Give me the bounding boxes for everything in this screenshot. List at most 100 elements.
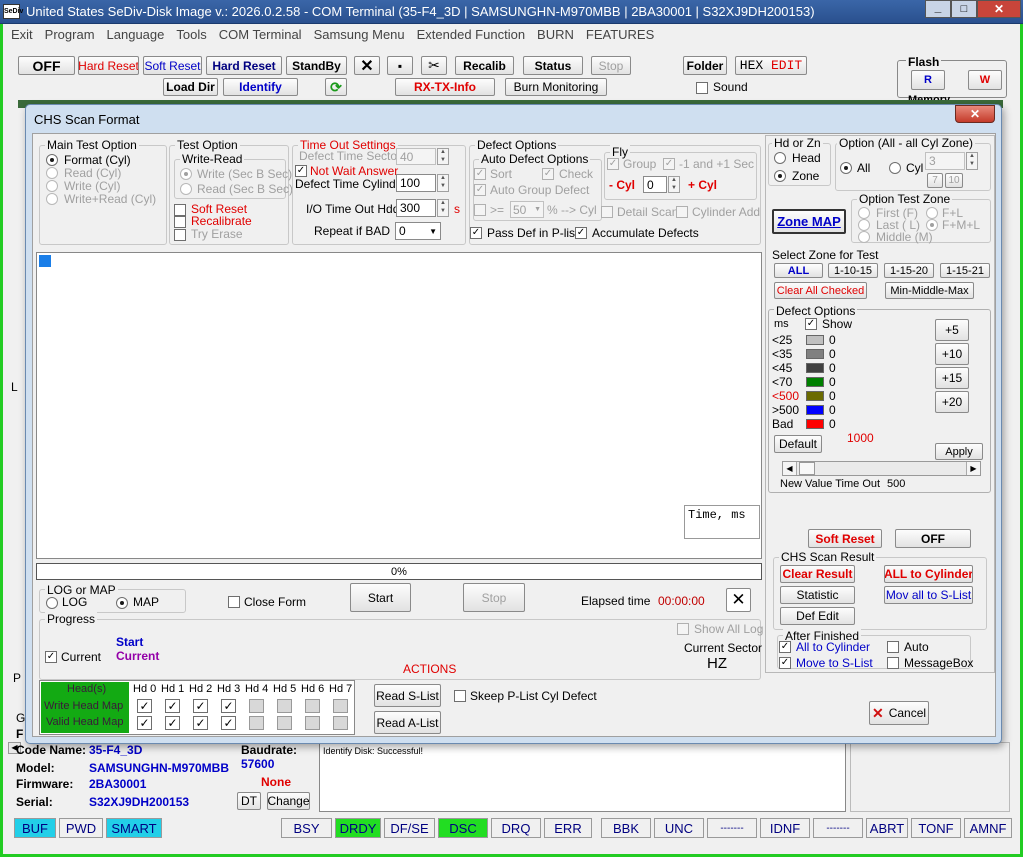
detail-scan-checkbox[interactable] — [601, 206, 613, 218]
radio-read-sec[interactable] — [180, 183, 192, 195]
defect-color-swatch[interactable] — [806, 419, 824, 429]
load-dir-button[interactable]: Load Dir — [163, 78, 218, 96]
menu-burn[interactable]: BURN — [533, 25, 582, 45]
write-head-checkbox[interactable]: ✓ — [193, 699, 208, 713]
pct-select[interactable]: 50 ▼ — [510, 201, 544, 218]
write-head-checkbox[interactable] — [277, 699, 292, 713]
after-msgbox-checkbox[interactable] — [887, 657, 899, 669]
read-alist-button[interactable]: Read A-List — [374, 711, 441, 734]
menu-program[interactable]: Program — [41, 25, 103, 45]
valid-head-checkbox[interactable] — [305, 716, 320, 730]
dialog-close-button[interactable]: ✕ — [955, 105, 995, 123]
default-button[interactable]: Default — [774, 435, 822, 453]
btn-7[interactable]: 7 — [927, 173, 943, 188]
fly-cyl-input[interactable]: 0 — [643, 176, 667, 193]
identify-button[interactable]: Identify — [223, 78, 298, 96]
soft-reset-dialog-button[interactable]: Soft Reset — [808, 529, 882, 548]
clear-all-checked-button[interactable]: Clear All Checked — [774, 282, 867, 299]
show-all-log-checkbox[interactable] — [677, 623, 689, 635]
menu-extended[interactable]: Extended Function — [413, 25, 533, 45]
slider-right-arrow-icon[interactable]: ▶ — [966, 462, 980, 475]
valid-head-checkbox[interactable] — [333, 716, 348, 730]
skeep-checkbox[interactable] — [454, 690, 466, 702]
try-erase-checkbox[interactable] — [174, 229, 186, 241]
ge-checkbox[interactable] — [474, 204, 486, 216]
defect-cyl-input[interactable]: 100 — [396, 174, 436, 192]
io-timeout-input[interactable]: 300 — [396, 199, 436, 217]
close-form-checkbox[interactable] — [228, 596, 240, 608]
menu-exit[interactable]: Exit — [3, 25, 41, 45]
repeat-select[interactable]: 0 ▼ — [395, 222, 441, 240]
flash-read-icon[interactable]: R — [911, 70, 945, 90]
cyl-count-input[interactable]: 3 — [925, 152, 965, 170]
defect-cyl-spin[interactable]: ▲ ▼ — [437, 174, 449, 192]
menu-samsung[interactable]: Samsung Menu — [310, 25, 413, 45]
radio-fl[interactable] — [926, 207, 938, 219]
radio-last[interactable] — [858, 219, 870, 231]
status-button[interactable]: Status — [523, 56, 583, 75]
menu-tools[interactable]: Tools — [172, 25, 214, 45]
rx-tx-info-button[interactable]: RX-TX-Info — [395, 78, 495, 96]
hard-reset-red-button[interactable]: Hard Reset — [78, 56, 139, 75]
slider-thumb[interactable] — [799, 462, 815, 475]
refresh-icon[interactable]: ⟳ — [325, 78, 347, 96]
hex-edit-button[interactable]: HEX EDIT — [735, 56, 807, 75]
radio-write-sec[interactable] — [180, 168, 192, 180]
min-middle-max-button[interactable]: Min-Middle-Max — [885, 282, 974, 299]
soft-reset-checkbox[interactable] — [174, 204, 186, 216]
read-slist-button[interactable]: Read S-List — [374, 684, 441, 707]
def-edit-button[interactable]: Def Edit — [780, 607, 855, 625]
defect-color-swatch[interactable] — [806, 335, 824, 345]
defect-color-swatch[interactable] — [806, 363, 824, 373]
zone-1-10-15-button[interactable]: 1-10-15 — [828, 263, 878, 278]
valid-head-checkbox[interactable]: ✓ — [165, 716, 180, 730]
menu-language[interactable]: Language — [103, 25, 173, 45]
stop-button[interactable]: Stop — [463, 583, 525, 612]
folder-button[interactable]: Folder — [683, 56, 727, 75]
accumulate-checkbox[interactable]: ✓ — [575, 227, 587, 239]
current-checkbox[interactable]: ✓ — [45, 651, 57, 663]
radio-read[interactable] — [46, 167, 58, 179]
burn-monitoring-button[interactable]: Burn Monitoring — [505, 78, 607, 96]
write-head-checkbox[interactable] — [333, 699, 348, 713]
start-button[interactable]: Start — [350, 583, 411, 612]
flash-write-icon[interactable]: W — [968, 70, 1002, 90]
menu-features[interactable]: FEATURES — [582, 25, 662, 45]
plus5-button[interactable]: +5 — [935, 319, 969, 341]
scan-map-area[interactable] — [36, 252, 762, 559]
after-all-cyl-checkbox[interactable]: ✓ — [779, 641, 791, 653]
defect-color-swatch[interactable] — [806, 377, 824, 387]
write-head-checkbox[interactable] — [249, 699, 264, 713]
valid-head-checkbox[interactable]: ✓ — [137, 716, 152, 730]
zone-map-button[interactable]: Zone MAP — [772, 209, 846, 234]
radio-write-read[interactable] — [46, 193, 58, 205]
sound-checkbox[interactable] — [696, 82, 708, 94]
all-to-cylinder-button[interactable]: ALL to Cylinder — [884, 565, 973, 583]
write-head-checkbox[interactable]: ✓ — [165, 699, 180, 713]
menu-com-terminal[interactable]: COM Terminal — [215, 25, 310, 45]
valid-head-checkbox[interactable] — [249, 716, 264, 730]
radio-cyl[interactable] — [889, 162, 901, 174]
not-wait-checkbox[interactable]: ✓ — [295, 165, 307, 177]
stop-top-button[interactable]: Stop — [591, 56, 631, 75]
apply-button[interactable]: Apply — [935, 443, 983, 460]
write-head-checkbox[interactable]: ✓ — [221, 699, 236, 713]
write-head-checkbox[interactable] — [305, 699, 320, 713]
zone-all-button[interactable]: ALL — [774, 263, 823, 278]
mov-all-slist-button[interactable]: Mov all to S-List — [884, 586, 973, 604]
maximize-button[interactable]: □ — [951, 0, 977, 18]
clear-elapsed-icon[interactable]: ✕ — [726, 588, 751, 612]
auto-group-checkbox[interactable]: ✓ — [474, 184, 486, 196]
radio-all[interactable] — [840, 162, 852, 174]
dt-button[interactable]: DT — [237, 792, 261, 810]
zone-1-15-21-button[interactable]: 1-15-21 — [940, 263, 990, 278]
close-x-icon[interactable]: ✕ — [354, 56, 380, 75]
radio-map[interactable] — [116, 597, 128, 609]
sort-checkbox[interactable]: ✓ — [474, 168, 486, 180]
radio-log[interactable] — [46, 597, 58, 609]
defect-color-swatch[interactable] — [806, 405, 824, 415]
after-auto-checkbox[interactable] — [887, 641, 899, 653]
valid-head-checkbox[interactable]: ✓ — [221, 716, 236, 730]
valid-head-checkbox[interactable] — [277, 716, 292, 730]
radio-middle[interactable] — [858, 231, 870, 243]
